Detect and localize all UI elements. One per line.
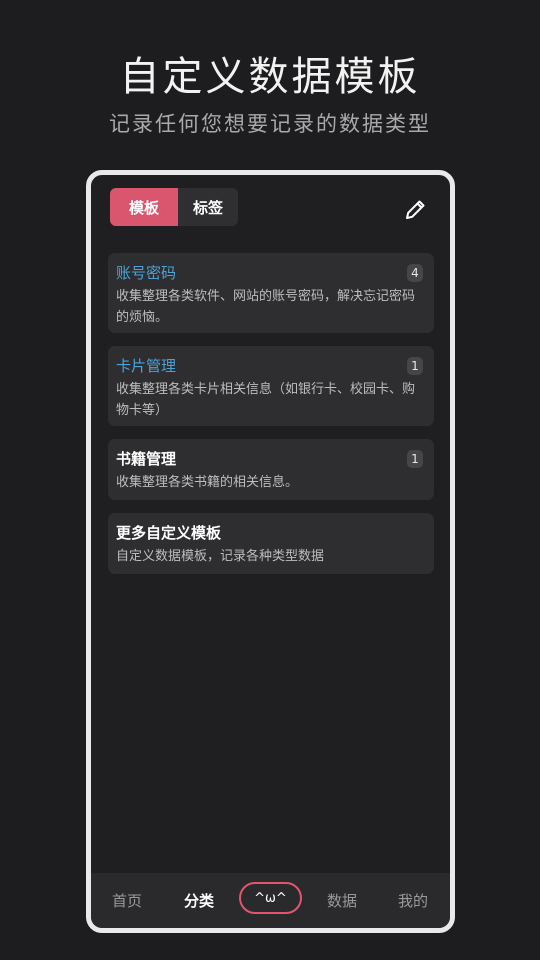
nav-center-button[interactable]: ^ω^	[239, 882, 302, 914]
card-title: 账号密码	[116, 264, 177, 282]
hero-title: 自定义数据模板	[119, 54, 421, 100]
card-title: 卡片管理	[116, 357, 177, 375]
template-card-accounts[interactable]: 账号密码 收集整理各类软件、网站的账号密码，解决忘记密码的烦恼。 4	[108, 253, 434, 333]
card-title: 书籍管理	[116, 450, 177, 468]
tab-tags[interactable]: 标签	[178, 188, 238, 226]
count-badge: 1	[407, 357, 423, 375]
count-badge: 4	[407, 264, 423, 282]
template-card-more[interactable]: 更多自定义模板 自定义数据模板，记录各种类型数据	[108, 513, 434, 574]
card-description: 收集整理各类卡片相关信息（如银行卡、校园卡、购物卡等）	[116, 382, 416, 418]
tab-switcher: 模板 标签	[110, 188, 238, 226]
nav-home[interactable]: 首页	[101, 873, 153, 928]
template-card-cards[interactable]: 卡片管理 收集整理各类卡片相关信息（如银行卡、校园卡、购物卡等） 1	[108, 346, 434, 426]
phone-frame: 模板 标签 账号密码 收集整理各类软件、网站的账号密码，解决忘记密码的烦恼。 4…	[86, 170, 455, 933]
pencil-icon[interactable]	[404, 197, 428, 221]
card-description: 收集整理各类软件、网站的账号密码，解决忘记密码的烦恼。	[116, 289, 416, 325]
nav-mine[interactable]: 我的	[387, 873, 439, 928]
count-badge: 1	[407, 450, 423, 468]
card-description: 收集整理各类书籍的相关信息。	[116, 475, 299, 490]
card-title: 更多自定义模板	[116, 524, 222, 542]
bottom-nav: 首页 分类 ^ω^ 数据 我的	[91, 873, 450, 928]
tab-templates[interactable]: 模板	[110, 188, 178, 226]
nav-category[interactable]: 分类	[173, 873, 225, 928]
hero-subtitle: 记录任何您想要记录的数据类型	[109, 112, 431, 136]
card-description: 自定义数据模板，记录各种类型数据	[116, 549, 325, 564]
nav-data[interactable]: 数据	[316, 873, 368, 928]
template-card-books[interactable]: 书籍管理 收集整理各类书籍的相关信息。 1	[108, 439, 434, 500]
